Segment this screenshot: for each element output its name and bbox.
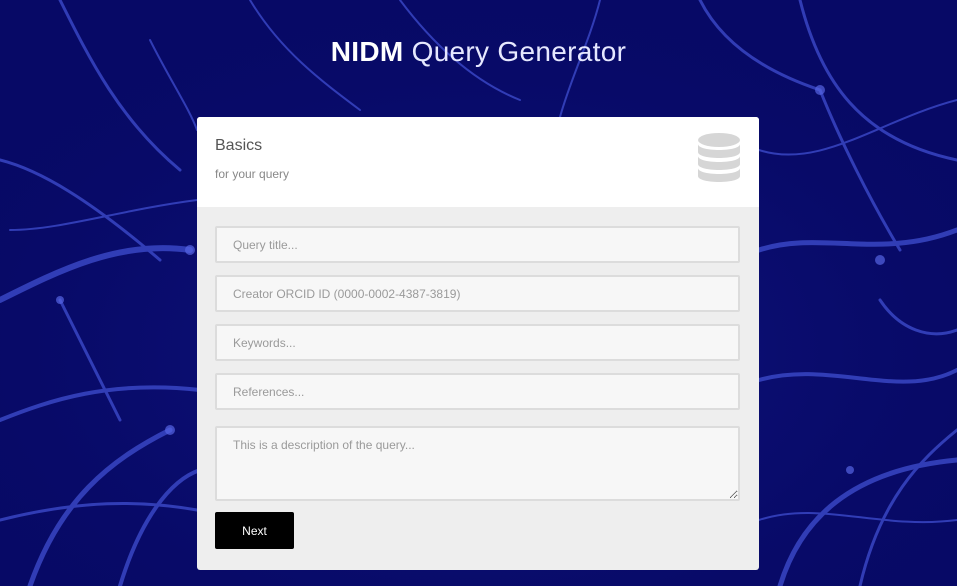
card-header: Basics for your query bbox=[197, 117, 759, 207]
card-body: Next bbox=[197, 207, 759, 568]
database-icon bbox=[698, 133, 740, 182]
references-input[interactable] bbox=[215, 373, 740, 410]
query-basics-card: Basics for your query Next bbox=[197, 117, 759, 570]
card-title: Basics bbox=[215, 137, 263, 154]
page-title-light: Query Generator bbox=[411, 36, 627, 67]
page-title: NIDM Query Generator bbox=[0, 36, 957, 68]
page-title-strong: NIDM bbox=[330, 36, 404, 67]
description-textarea[interactable] bbox=[215, 426, 740, 501]
query-title-input[interactable] bbox=[215, 226, 740, 263]
keywords-input[interactable] bbox=[215, 324, 740, 361]
creator-orcid-input[interactable] bbox=[215, 275, 740, 312]
next-button[interactable]: Next bbox=[215, 512, 294, 549]
card-subtitle: for your query bbox=[215, 167, 290, 181]
